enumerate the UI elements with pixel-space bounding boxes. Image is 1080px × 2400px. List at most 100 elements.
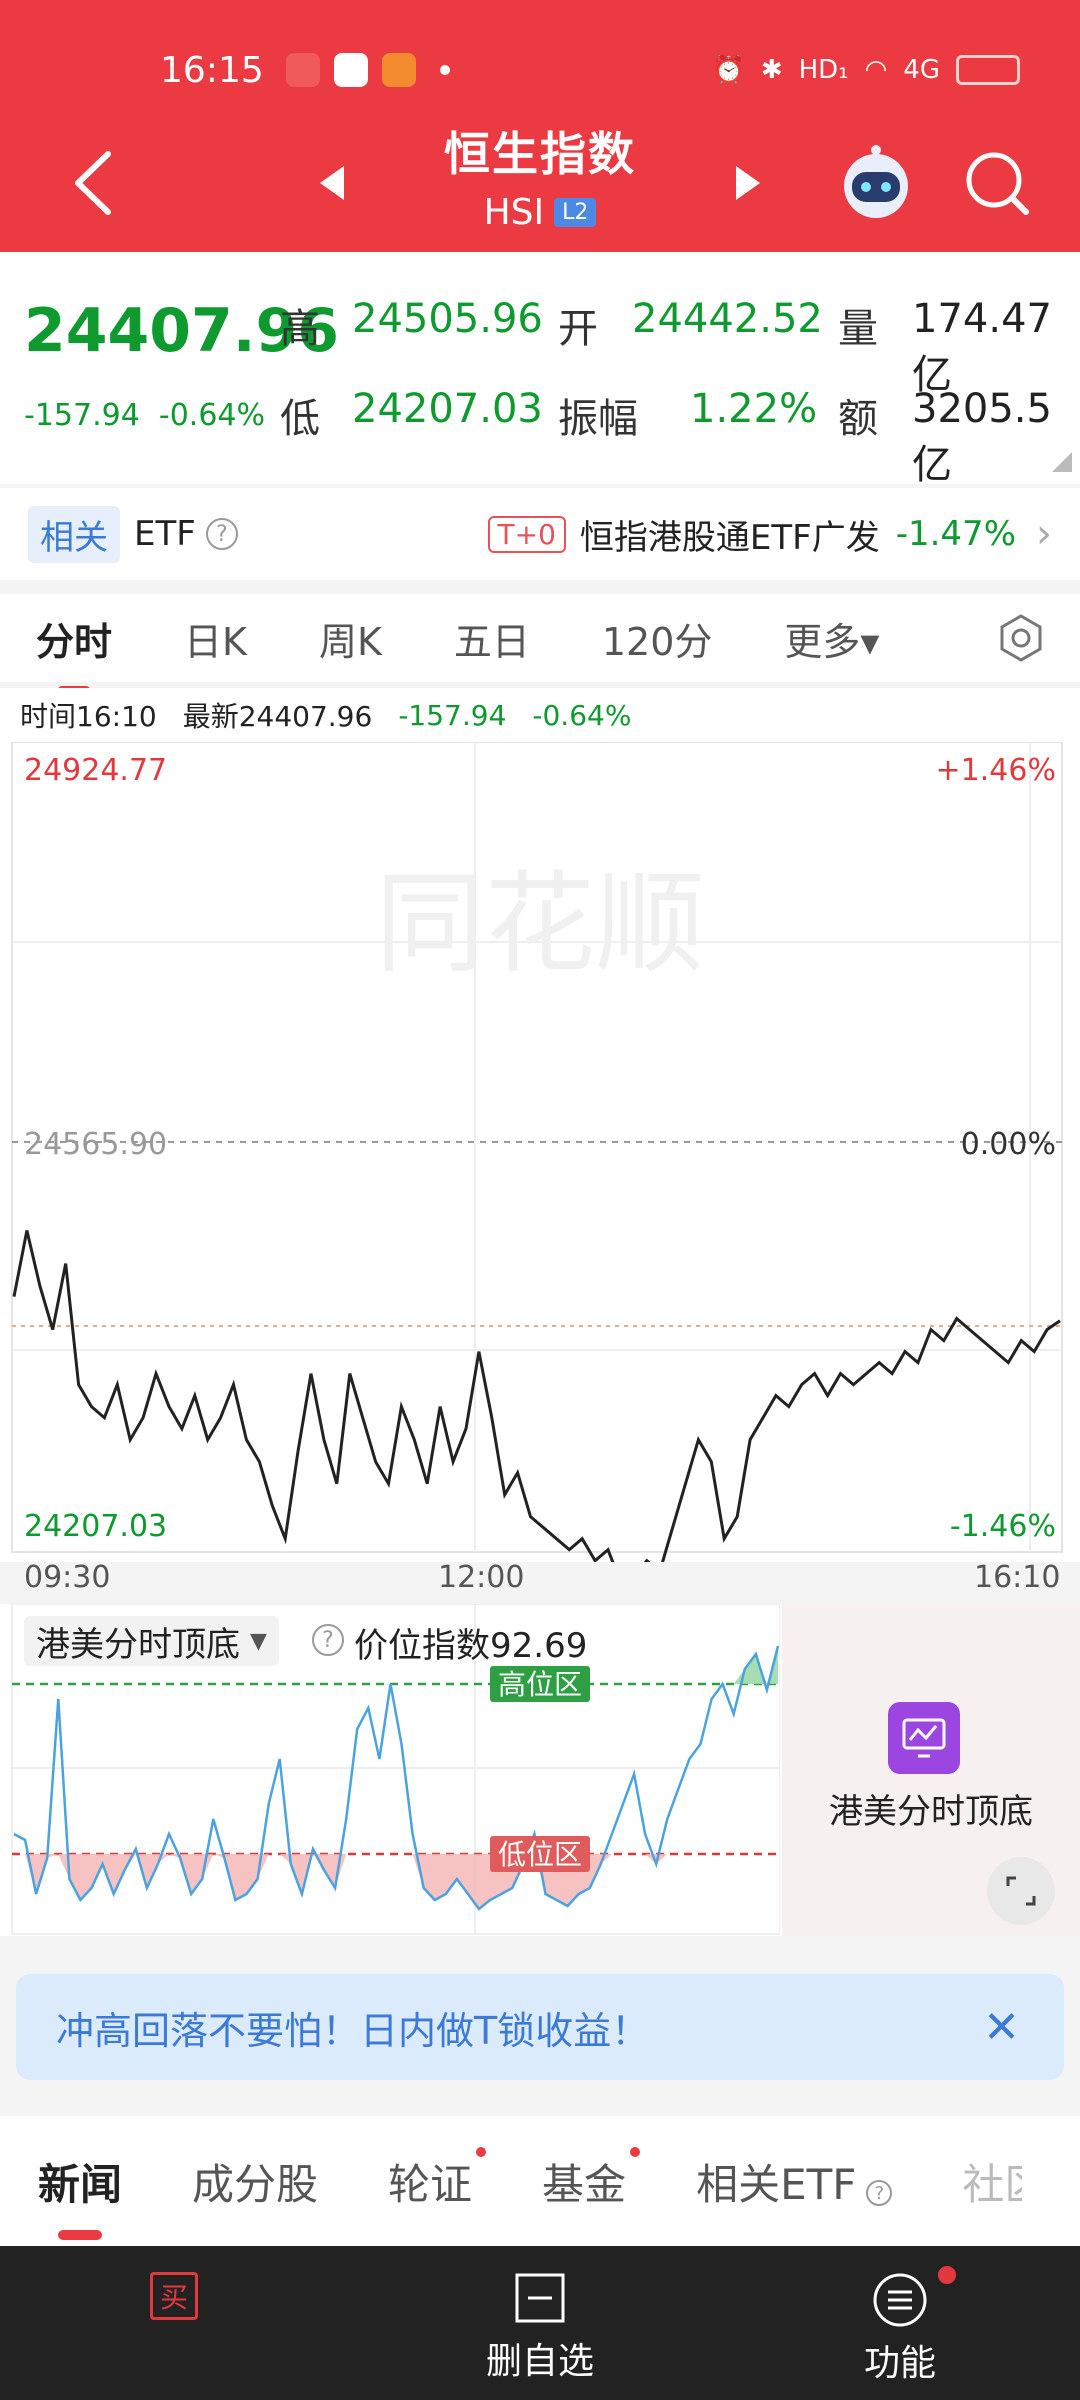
t0-badge: T+0 <box>487 515 566 553</box>
indicator-help-icon[interactable]: ? <box>312 1624 344 1656</box>
indicator-selector[interactable]: 港美分时顶底 ▼ <box>24 1616 279 1666</box>
intraday-chart-svg: 同花顺 24924.77 +1.46% 24565.90 0.00% 24207… <box>11 742 1063 1562</box>
related-tag: 相关 <box>28 505 120 563</box>
tab-funds-label: 基金 <box>542 2159 627 2209</box>
amplitude-value: 1.22% <box>690 386 818 432</box>
dropdown-icon: ▼ <box>250 1628 267 1654</box>
chart-tabs: 分时 日K 周K 五日 120分 更多▾ <box>0 594 1080 694</box>
tab-related-etf[interactable]: 相关ETF? <box>696 2151 893 2212</box>
change-pct: -0.64% <box>158 398 266 433</box>
indicator-panel-title: 港美分时顶底 <box>829 1792 1033 1832</box>
dot-icon <box>439 65 450 75</box>
y-max-label: 24924.77 <box>24 753 167 788</box>
settings-icon[interactable] <box>996 613 1046 663</box>
function-button[interactable]: 功能 <box>820 2266 980 2386</box>
corner-triangle-icon <box>1052 452 1072 472</box>
help-icon[interactable]: ? <box>205 518 238 550</box>
menu-icon <box>873 2273 927 2327</box>
amount-value: 3205.5亿 <box>912 386 1052 488</box>
chart-info-line: 时间16:10 最新24407.96 -157.94 -0.64% <box>0 688 1080 742</box>
amplitude-label: 振幅 <box>558 396 638 442</box>
tab-community[interactable]: 社区 <box>962 2151 1022 2212</box>
next-stock-icon[interactable] <box>732 164 762 202</box>
indicator-panel[interactable]: 高位区 低位区 港美分时顶底 ▼ ? 价位指数92.69 港美分时顶底 <box>0 1604 1080 1936</box>
banner-text: 冲高回落不要怕！日内做T锁收益！ <box>56 2008 650 2053</box>
search-icon[interactable] <box>962 148 1032 218</box>
alarm-icon: ⏰ <box>712 55 745 85</box>
remove-watchlist-button[interactable]: 删自选 <box>460 2272 620 2384</box>
info-change: -157.94 <box>398 698 507 732</box>
tab-five-day[interactable]: 五日 <box>454 611 530 666</box>
close-icon[interactable]: ✕ <box>983 2002 1020 2053</box>
pct-ref-label: 0.00% <box>961 1127 1056 1162</box>
volume-label: 量 <box>838 306 878 352</box>
buy-icon: 买 <box>150 2272 198 2320</box>
promo-banner[interactable]: 冲高回落不要怕！日内做T锁收益！ ✕ <box>16 1974 1064 2080</box>
x-label-end: 16:10 <box>974 1560 1061 1595</box>
bottom-bar: 买 删自选 功能 <box>0 2246 1080 2400</box>
volume-value: 174.47亿 <box>912 296 1052 398</box>
low-zone-label: 低位区 <box>498 1838 582 1871</box>
status-right: ⏰ ✱ HD₁ ◠ 4G <box>712 55 1020 85</box>
related-etf-row[interactable]: 相关 ETF ? T+0 恒指港股通ETF广发 -1.47% › <box>0 488 1080 580</box>
remove-watchlist-label: 删自选 <box>485 2341 594 2382</box>
function-label: 功能 <box>863 2343 936 2384</box>
y-min-label: 24207.03 <box>24 1509 167 1544</box>
indicator-side-panel[interactable]: 港美分时顶底 <box>782 1604 1080 1936</box>
tab-news[interactable]: 新闻 <box>38 2151 122 2240</box>
etf-item[interactable]: T+0 恒指港股通ETF广发 -1.47% › <box>487 510 1052 559</box>
low-label: 低 <box>280 396 320 442</box>
badge-dot <box>630 2146 641 2157</box>
page-title: 恒生指数 <box>444 127 636 181</box>
quote-panel: 24407.96 -157.94 -0.64% 高 24505.96 开 244… <box>0 252 1080 488</box>
tab-warrants[interactable]: 轮证 <box>388 2146 487 2212</box>
high-label: 高 <box>280 306 320 352</box>
tab-weekly-k[interactable]: 周K <box>319 611 382 666</box>
stock-code: HSI L2 <box>484 192 597 233</box>
info-pct: -0.64% <box>532 698 632 732</box>
etf-name: 恒指港股通ETF广发 <box>579 517 880 558</box>
pct-max-label: +1.46% <box>936 753 1056 788</box>
open-label: 开 <box>558 306 598 352</box>
battery-icon <box>956 55 1020 85</box>
etf-label: ETF <box>134 514 196 554</box>
indicator-app-icon <box>888 1702 960 1774</box>
tab-warrants-label: 轮证 <box>388 2159 473 2209</box>
app-icon <box>333 53 368 87</box>
badge-dot <box>476 2146 487 2157</box>
tab-daily-k[interactable]: 日K <box>184 611 247 666</box>
title-area: 恒生指数 HSI L2 <box>0 118 1080 233</box>
signal-icon: 4G <box>903 55 940 85</box>
tab-more[interactable]: 更多▾ <box>784 611 879 666</box>
header: 16:15 ⏰ ✱ HD₁ ◠ 4G 恒生指数 HSI L2 <box>0 0 1080 2294</box>
watchlist-icon <box>515 2273 565 2323</box>
high-value: 24505.96 <box>352 296 543 342</box>
robot-assistant-icon[interactable] <box>836 142 916 222</box>
info-latest: 最新24407.96 <box>182 700 373 733</box>
price-line <box>12 1230 1061 1562</box>
help-icon: ? <box>866 2180 893 2206</box>
buy-button[interactable]: 买 <box>150 2272 198 2320</box>
info-time: 时间16:10 <box>20 700 157 733</box>
y-ref-label: 24565.90 <box>24 1127 167 1162</box>
etf-pct: -1.47% <box>895 514 1016 554</box>
tab-intraday[interactable]: 分时 <box>36 611 112 694</box>
amount-label: 额 <box>838 396 878 442</box>
chevron-right-icon: › <box>1036 511 1052 557</box>
change-value: -157.94 <box>24 398 140 433</box>
stock-code-text: HSI <box>483 192 545 233</box>
indicator-value: 价位指数92.69 <box>354 1626 588 1666</box>
expand-icon[interactable] <box>986 1856 1056 1926</box>
play-icon <box>285 53 320 87</box>
low-value: 24207.03 <box>352 386 543 432</box>
pct-min-label: -1.46% <box>950 1509 1056 1544</box>
tab-120min[interactable]: 120分 <box>602 611 713 666</box>
intraday-chart[interactable]: 同花顺 24924.77 +1.46% 24565.90 0.00% 24207… <box>0 742 1080 1595</box>
indicator-line <box>13 1645 780 1911</box>
tab-funds[interactable]: 基金 <box>542 2146 641 2212</box>
book-icon <box>381 53 416 87</box>
tab-constituents[interactable]: 成分股 <box>192 2151 318 2212</box>
price-change: -157.94 -0.64% <box>24 398 265 433</box>
x-label-start-text: 09:30 <box>24 1560 111 1595</box>
status-time: 16:15 <box>160 49 264 91</box>
